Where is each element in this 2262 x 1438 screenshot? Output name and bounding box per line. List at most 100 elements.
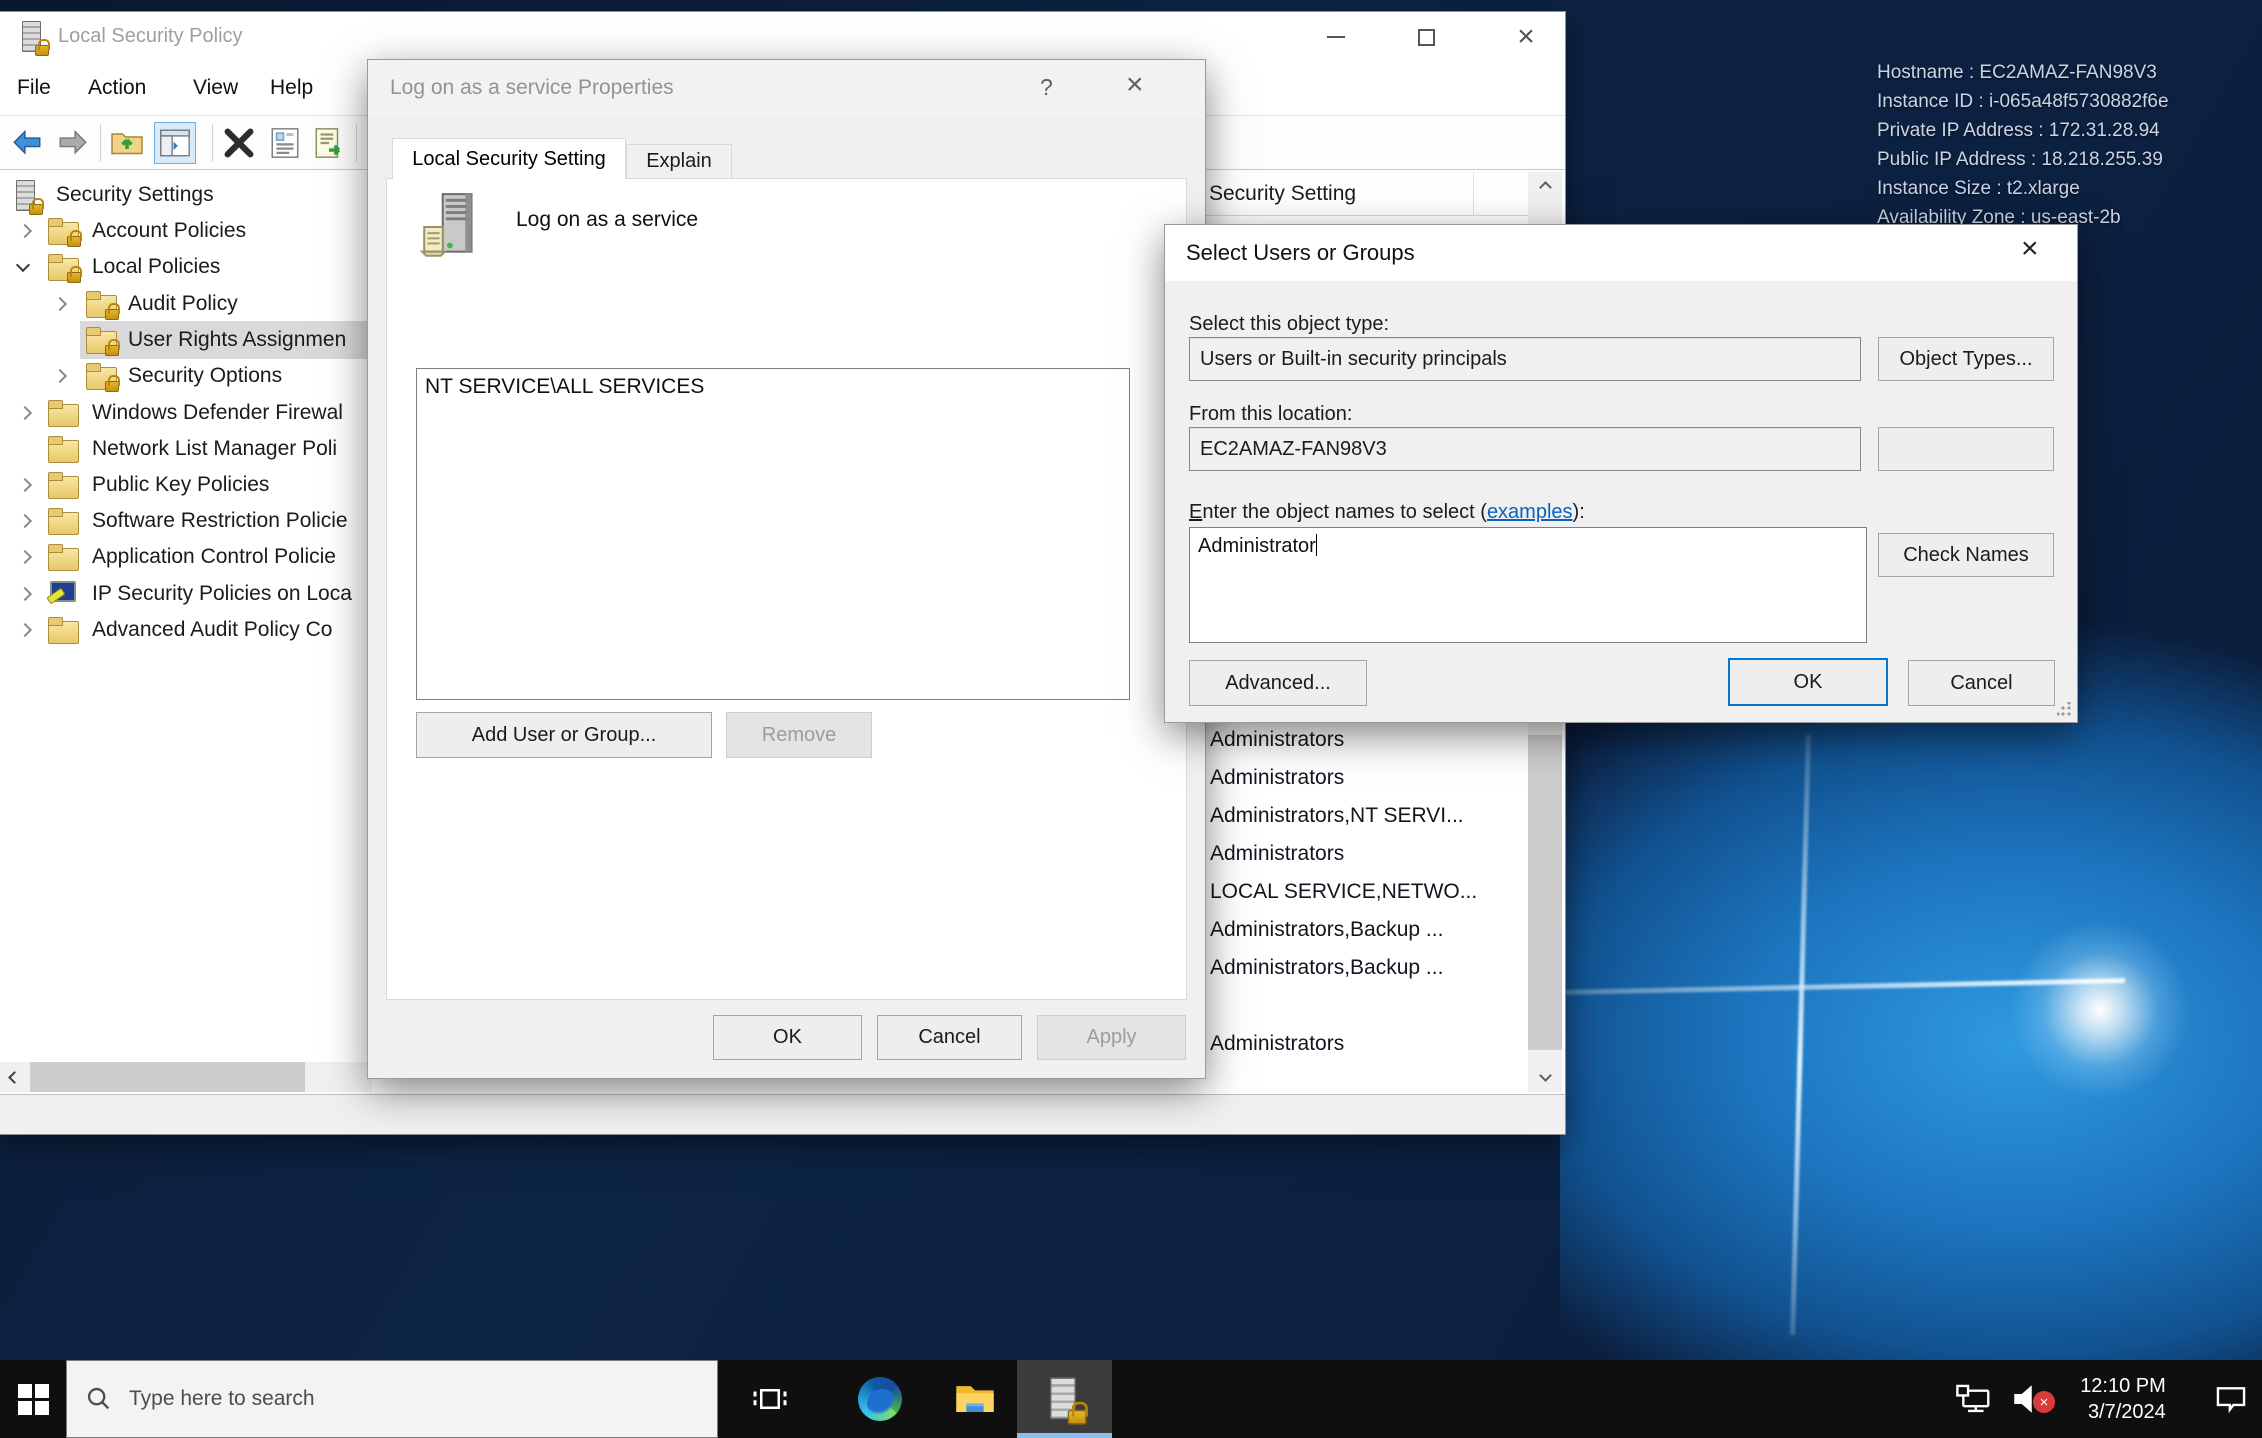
volume-tray-button[interactable]: ×	[2000, 1360, 2056, 1438]
window-title: Local Security Policy	[58, 25, 243, 48]
clock[interactable]: 12:10 PM 3/7/2024	[2058, 1360, 2188, 1438]
export-list-icon[interactable]	[308, 122, 350, 164]
cancel-button[interactable]: Cancel	[1908, 660, 2055, 706]
policy-server-icon	[416, 190, 490, 269]
object-names-input[interactable]: Administrator	[1189, 527, 1867, 643]
list-row[interactable]: Administrators	[1210, 722, 1344, 760]
ok-button[interactable]: OK	[1728, 658, 1888, 706]
maximize-button[interactable]	[1390, 12, 1462, 62]
forward-icon[interactable]	[52, 122, 94, 164]
list-row[interactable]: Administrators	[1210, 1026, 1344, 1064]
select-users-or-groups-dialog: Select Users or Groups × Select this obj…	[1165, 225, 2077, 722]
hostname-line: Hostname : EC2AMAZ-FAN98V3	[1877, 58, 2169, 87]
title-bar: Local Security Policy ×	[0, 12, 1565, 62]
scroll-down-icon[interactable]	[1528, 1062, 1562, 1092]
folder-lock-icon	[48, 218, 78, 244]
chevron-right-icon[interactable]	[18, 224, 32, 238]
show-hide-console-tree-icon[interactable]	[154, 122, 196, 164]
menu-view[interactable]: View	[193, 76, 238, 100]
object-type-field: Users or Built-in security principals	[1189, 337, 1861, 381]
taskbar-search[interactable]: Type here to search	[66, 1360, 718, 1438]
remove-button[interactable]: Remove	[726, 712, 872, 758]
cancel-button[interactable]: Cancel	[877, 1015, 1022, 1060]
list-row[interactable]: Administrators	[1210, 836, 1344, 874]
task-view-button[interactable]	[735, 1360, 805, 1438]
tab-local-security-setting[interactable]: Local Security Setting	[392, 138, 626, 179]
window-status-band	[0, 1094, 1565, 1134]
wallpaper-flare	[2010, 920, 2190, 1100]
local-security-policy-taskbar-button[interactable]	[1017, 1360, 1112, 1438]
network-tray-button[interactable]	[1948, 1360, 2000, 1438]
dialog-title-bar: Select Users or Groups ×	[1165, 225, 2077, 281]
start-button[interactable]	[0, 1360, 66, 1438]
up-one-level-icon[interactable]	[106, 122, 148, 164]
toolbar-separator	[356, 124, 357, 162]
edge-taskbar-button[interactable]	[843, 1360, 917, 1438]
minimize-button[interactable]	[1300, 12, 1372, 62]
folder-icon	[48, 472, 78, 498]
scrollbar-thumb[interactable]	[30, 1062, 305, 1092]
maximize-icon	[1418, 29, 1435, 46]
member-item[interactable]: NT SERVICE\ALL SERVICES	[425, 375, 704, 398]
chevron-right-icon[interactable]	[18, 478, 32, 492]
search-placeholder: Type here to search	[129, 1387, 315, 1411]
chevron-down-icon[interactable]	[16, 258, 30, 272]
examples-link[interactable]: examples	[1487, 501, 1573, 523]
clock-date: 3/7/2024	[2080, 1399, 2166, 1425]
ip-security-icon	[46, 580, 76, 608]
scrollbar-thumb[interactable]	[1528, 735, 1562, 1050]
menu-action[interactable]: Action	[88, 76, 146, 100]
chevron-right-icon[interactable]	[18, 406, 32, 420]
action-center-button[interactable]	[2200, 1360, 2262, 1438]
from-location-label: From this location:	[1189, 403, 1352, 426]
check-names-button[interactable]: Check Names	[1878, 533, 2054, 577]
locations-button[interactable]	[1878, 427, 2054, 471]
resize-grip[interactable]	[2057, 702, 2071, 716]
chevron-right-icon[interactable]	[18, 623, 32, 637]
object-types-button[interactable]: Object Types...	[1878, 337, 2054, 381]
edge-icon	[858, 1377, 902, 1421]
members-listbox[interactable]: NT SERVICE\ALL SERVICES	[416, 368, 1130, 700]
toolbar-separator	[212, 124, 213, 162]
properties-icon[interactable]	[264, 122, 306, 164]
folder-lock-icon	[48, 254, 78, 280]
scroll-left-icon[interactable]	[0, 1062, 28, 1092]
list-row[interactable]: Administrators,Backup ...	[1210, 912, 1443, 950]
list-row[interactable]: Administrators,NT SERVI...	[1210, 798, 1464, 836]
add-user-or-group-button[interactable]: Add User or Group...	[416, 712, 712, 758]
chevron-right-icon[interactable]	[53, 369, 67, 383]
apply-button[interactable]: Apply	[1037, 1015, 1186, 1060]
folder-icon	[48, 436, 78, 462]
chevron-right-icon[interactable]	[18, 550, 32, 564]
menu-file[interactable]: File	[17, 76, 51, 100]
dialog-title: Select Users or Groups	[1186, 240, 1415, 266]
list-row[interactable]: Administrators	[1210, 760, 1344, 798]
delete-icon[interactable]	[218, 122, 260, 164]
list-row[interactable]: LOCAL SERVICE,NETWO...	[1210, 874, 1477, 912]
tab-explain[interactable]: Explain	[626, 144, 732, 179]
task-view-icon	[750, 1379, 790, 1419]
scroll-up-icon[interactable]	[1528, 172, 1562, 202]
close-button[interactable]: ×	[1490, 12, 1562, 62]
chevron-right-icon[interactable]	[53, 297, 67, 311]
volume-muted-icon: ×	[2008, 1379, 2048, 1419]
instance-id-line: Instance ID : i-065a48f5730882f6e	[1877, 87, 2169, 116]
list-row[interactable]: Administrators,Backup ...	[1210, 950, 1443, 988]
policy-list-rows: Administrators Administrators Administra…	[1205, 722, 1528, 1094]
tree-horizontal-scrollbar[interactable]	[0, 1062, 372, 1092]
back-icon[interactable]	[6, 122, 48, 164]
dialog-title: Log on as a service Properties	[390, 76, 674, 100]
ok-button[interactable]: OK	[713, 1015, 862, 1060]
help-icon[interactable]: ?	[1040, 74, 1053, 101]
column-header-security-setting[interactable]: Security Setting	[1205, 172, 1528, 216]
chevron-right-icon[interactable]	[18, 587, 32, 601]
close-icon[interactable]: ×	[2021, 232, 2039, 266]
chevron-right-icon[interactable]	[18, 514, 32, 528]
folder-lock-icon	[86, 363, 116, 389]
advanced-button[interactable]: Advanced...	[1189, 660, 1367, 706]
network-icon	[1955, 1380, 1993, 1418]
menu-help[interactable]: Help	[270, 76, 313, 100]
close-icon[interactable]: ×	[1126, 68, 1144, 102]
dialog-title-bar: Log on as a service Properties ? ×	[368, 60, 1205, 116]
file-explorer-taskbar-button[interactable]	[938, 1360, 1012, 1438]
